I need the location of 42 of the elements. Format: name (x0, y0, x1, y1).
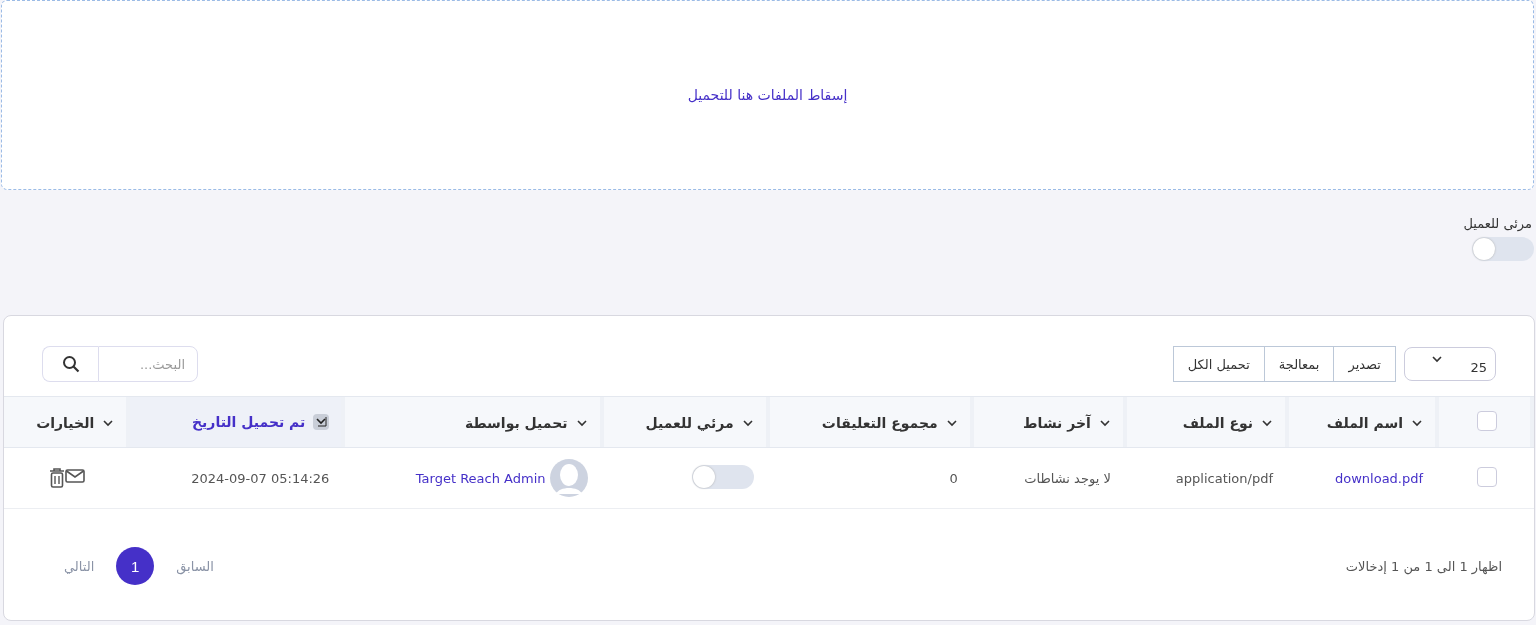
column-header[interactable]: تحميل بواسطة (464, 414, 568, 431)
row-checkbox[interactable] (1476, 466, 1497, 487)
chevron-icon (945, 418, 958, 427)
chevron-icon (1098, 418, 1111, 427)
chevron-icon (575, 418, 588, 427)
sort-icon[interactable] (313, 414, 330, 430)
entries-info: اظهار 1 الى 1 من 1 إدخالات (1345, 558, 1502, 574)
column-header[interactable]: مجموع التعليقات (821, 414, 938, 431)
toggle-label: مرئى للعميل (1463, 216, 1532, 231)
column-header[interactable]: تم تحميل التاريخ (192, 414, 306, 430)
toolbar-button[interactable]: تحميل الكل (1172, 346, 1265, 382)
column-header[interactable]: آخر نشاط (1023, 414, 1091, 431)
page-button[interactable]: 1 (116, 547, 155, 585)
table-cell: 05:14:26 2024-09-07 (191, 470, 330, 486)
page-size-select[interactable]: 25 (1404, 347, 1496, 381)
column-header[interactable]: الخيارات (36, 414, 95, 431)
user-link[interactable]: Target Reach Admin (415, 470, 546, 486)
avatar-icon (549, 459, 588, 497)
search-icon (61, 355, 80, 373)
column-header[interactable]: مرئي للعميل (645, 414, 734, 431)
search-button[interactable] (42, 346, 98, 382)
file-link[interactable]: download.pdf (1335, 470, 1424, 486)
table-cell: application/pdf (1175, 470, 1273, 486)
trash-icon[interactable] (49, 468, 66, 488)
chevron-icon (102, 418, 115, 427)
visibility-toggle[interactable] (1472, 237, 1534, 261)
column-header[interactable]: اسم الملف (1326, 414, 1404, 431)
dropzone[interactable]: إسقاط الملفات هنا للتحميل (1, 0, 1534, 190)
select-all-checkbox[interactable] (1476, 410, 1497, 431)
dropzone-text: إسقاط الملفات هنا للتحميل (687, 87, 848, 103)
mail-icon[interactable] (65, 468, 86, 484)
chevron-icon (741, 418, 754, 427)
table-cell: 0 (949, 470, 958, 486)
search-field[interactable]: البحث... (98, 346, 198, 382)
visibility-toggle[interactable] (691, 464, 754, 489)
chevron-icon (1431, 354, 1443, 363)
table-cell: لا يوجد نشاطات (1024, 470, 1111, 486)
toolbar-button[interactable]: تصدير (1333, 346, 1396, 382)
toolbar-button[interactable]: بمعالجة (1263, 346, 1335, 382)
chevron-icon (1411, 418, 1424, 427)
chevron-icon (1261, 418, 1273, 427)
column-header[interactable]: نوع الملف (1182, 414, 1253, 431)
